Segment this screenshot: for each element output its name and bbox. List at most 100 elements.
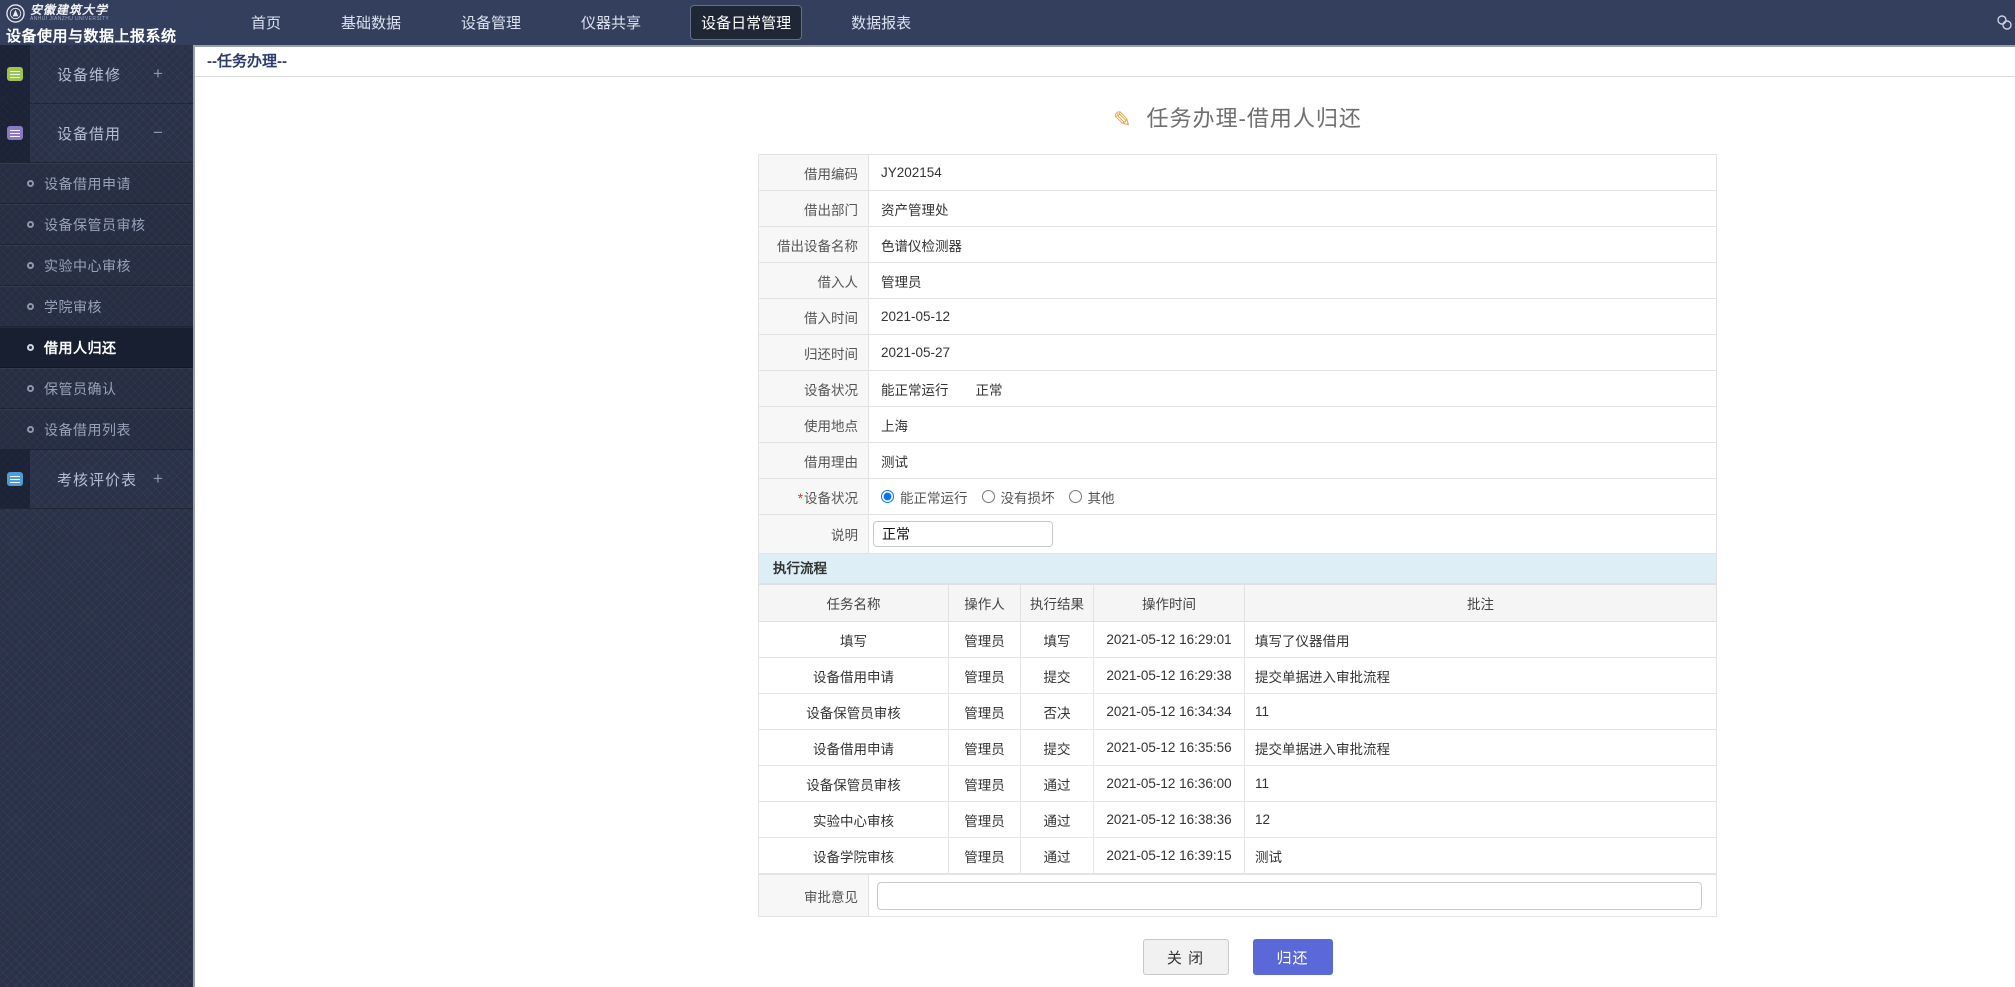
flow-row-0: 填写管理员填写2021-05-12 16:29:01填写了仪器借用	[759, 622, 1717, 658]
condition-radio-group: 能正常运行没有损坏其他	[881, 487, 1716, 507]
form-label: 归还时间	[759, 335, 869, 371]
flow-cell: 设备学院审核	[759, 838, 949, 874]
flow-cell: 2021-05-12 16:29:38	[1094, 658, 1245, 694]
sidebar-item-1-4[interactable]: 借用人归还	[0, 327, 193, 368]
flow-row-5: 实验中心审核管理员通过2021-05-12 16:38:3612	[759, 802, 1717, 838]
sidebar-item-label: 设备借用申请	[44, 174, 131, 194]
form-value: 上海	[869, 407, 1717, 443]
form-value: 2021-05-27	[869, 335, 1717, 371]
nav-item-2[interactable]: 设备管理	[450, 5, 532, 40]
condition-radio-1[interactable]	[982, 490, 995, 503]
nav-item-4[interactable]: 设备日常管理	[690, 5, 802, 40]
flow-cell: 11	[1245, 766, 1717, 802]
sidebar-section-1[interactable]: 设备借用−	[0, 104, 193, 163]
university-name-en: ANHUI JIANZHU UNIVERSITY	[30, 17, 109, 22]
university-name: 安徽建筑大学	[30, 4, 109, 16]
flow-cell: 设备借用申请	[759, 658, 949, 694]
form-value: 能正常运行 正常	[869, 371, 1717, 407]
bullet-icon	[27, 221, 34, 228]
form-label: 借用编码	[759, 155, 869, 191]
approval-comment-input[interactable]	[877, 882, 1702, 910]
sidebar-item-label: 保管员确认	[44, 379, 117, 399]
approval-table: 审批意见	[758, 874, 1717, 917]
bullet-icon	[27, 385, 34, 392]
form-row-4: 借入时间2021-05-12	[759, 299, 1717, 335]
flow-row-6: 设备学院审核管理员通过2021-05-12 16:39:15测试	[759, 838, 1717, 874]
sidebar-item-1-3[interactable]: 学院审核	[0, 286, 193, 327]
pencil-icon: ✎	[1113, 107, 1132, 133]
nav-item-1[interactable]: 基础数据	[330, 5, 412, 40]
nav-item-5[interactable]: 数据报表	[840, 5, 922, 40]
front-site-link[interactable]: 前	[1996, 0, 2015, 45]
form-label: 借入时间	[759, 299, 869, 335]
sidebar-section-label: 设备维修	[30, 64, 153, 85]
flow-cell: 设备保管员审核	[759, 766, 949, 802]
flow-table: 任务名称操作人执行结果操作时间批注 填写管理员填写2021-05-12 16:2…	[758, 584, 1717, 874]
flow-cell: 通过	[1021, 802, 1094, 838]
form-label: 借出设备名称	[759, 227, 869, 263]
flow-cell: 管理员	[949, 766, 1021, 802]
sidebar-item-1-1[interactable]: 设备保管员审核	[0, 204, 193, 245]
sidebar-section-label: 设备借用	[30, 123, 153, 144]
university-emblem-icon	[6, 4, 25, 23]
condition-row: *设备状况能正常运行没有损坏其他	[759, 479, 1717, 515]
flow-cell: 管理员	[949, 802, 1021, 838]
flow-col-header: 操作人	[949, 585, 1021, 622]
flow-cell: 填写	[1021, 622, 1094, 658]
top-nav: 首页 基础数据 设备管理 仪器共享 设备日常管理 数据报表	[240, 0, 960, 45]
flow-cell: 测试	[1245, 838, 1717, 874]
flow-cell: 2021-05-12 16:39:15	[1094, 838, 1245, 874]
flow-cell: 管理员	[949, 622, 1021, 658]
flow-cell: 12	[1245, 802, 1717, 838]
note-label: 说明	[759, 515, 869, 554]
condition-label: *设备状况	[759, 479, 869, 515]
detail-form-table: 借用编码JY202154借出部门资产管理处借出设备名称色谱仪检测器借入人管理员借…	[758, 154, 1717, 554]
sidebar-item-1-2[interactable]: 实验中心审核	[0, 245, 193, 286]
close-button[interactable]: 关 闭	[1143, 939, 1229, 975]
form-label: 借入人	[759, 263, 869, 299]
flow-section-header: 执行流程	[758, 554, 1717, 584]
note-input[interactable]	[873, 521, 1053, 547]
sidebar-section-0[interactable]: 设备维修+	[0, 45, 193, 104]
sidebar-item-label: 借用人归还	[44, 338, 117, 358]
form-label: 使用地点	[759, 407, 869, 443]
flow-cell: 通过	[1021, 766, 1094, 802]
nav-item-0[interactable]: 首页	[240, 5, 292, 40]
return-button[interactable]: 归还	[1253, 939, 1333, 975]
note-row: 说明	[759, 515, 1717, 554]
flow-col-header: 操作时间	[1094, 585, 1245, 622]
sidebar-item-label: 学院审核	[44, 297, 102, 317]
menu-list-icon	[7, 472, 23, 486]
form-row-7: 使用地点上海	[759, 407, 1717, 443]
breadcrumb: --任务办理--	[195, 47, 2015, 77]
form-value: 色谱仪检测器	[869, 227, 1717, 263]
form-row-5: 归还时间2021-05-27	[759, 335, 1717, 371]
expand-icon: +	[153, 469, 193, 489]
flow-row-3: 设备借用申请管理员提交2021-05-12 16:35:56提交单据进入审批流程	[759, 730, 1717, 766]
sidebar-item-1-0[interactable]: 设备借用申请	[0, 163, 193, 204]
form-value: JY202154	[869, 155, 1717, 191]
flow-cell: 填写	[759, 622, 949, 658]
nav-item-3[interactable]: 仪器共享	[570, 5, 652, 40]
sidebar-item-1-6[interactable]: 设备借用列表	[0, 409, 193, 450]
flow-col-header: 批注	[1245, 585, 1717, 622]
sidebar-item-label: 设备借用列表	[44, 420, 131, 440]
condition-radio-label: 没有损坏	[1001, 487, 1055, 507]
required-asterisk: *	[798, 491, 803, 506]
flow-cell: 提交单据进入审批流程	[1245, 658, 1717, 694]
flow-cell: 2021-05-12 16:38:36	[1094, 802, 1245, 838]
sidebar-section-icon-col	[0, 104, 30, 162]
condition-radio-0[interactable]	[881, 490, 894, 503]
system-title: 设备使用与数据上报系统	[6, 25, 187, 46]
flow-row-4: 设备保管员审核管理员通过2021-05-12 16:36:0011	[759, 766, 1717, 802]
flow-cell: 实验中心审核	[759, 802, 949, 838]
sidebar-section-2[interactable]: 考核评价表+	[0, 450, 193, 509]
form-row-1: 借出部门资产管理处	[759, 191, 1717, 227]
app-logo: 安徽建筑大学 ANHUI JIANZHU UNIVERSITY 设备使用与数据上…	[0, 0, 193, 45]
form-label: 借用理由	[759, 443, 869, 479]
flow-cell: 2021-05-12 16:36:00	[1094, 766, 1245, 802]
condition-radio-2[interactable]	[1069, 490, 1082, 503]
sidebar-item-1-5[interactable]: 保管员确认	[0, 368, 193, 409]
form-row-0: 借用编码JY202154	[759, 155, 1717, 191]
form-row-2: 借出设备名称色谱仪检测器	[759, 227, 1717, 263]
